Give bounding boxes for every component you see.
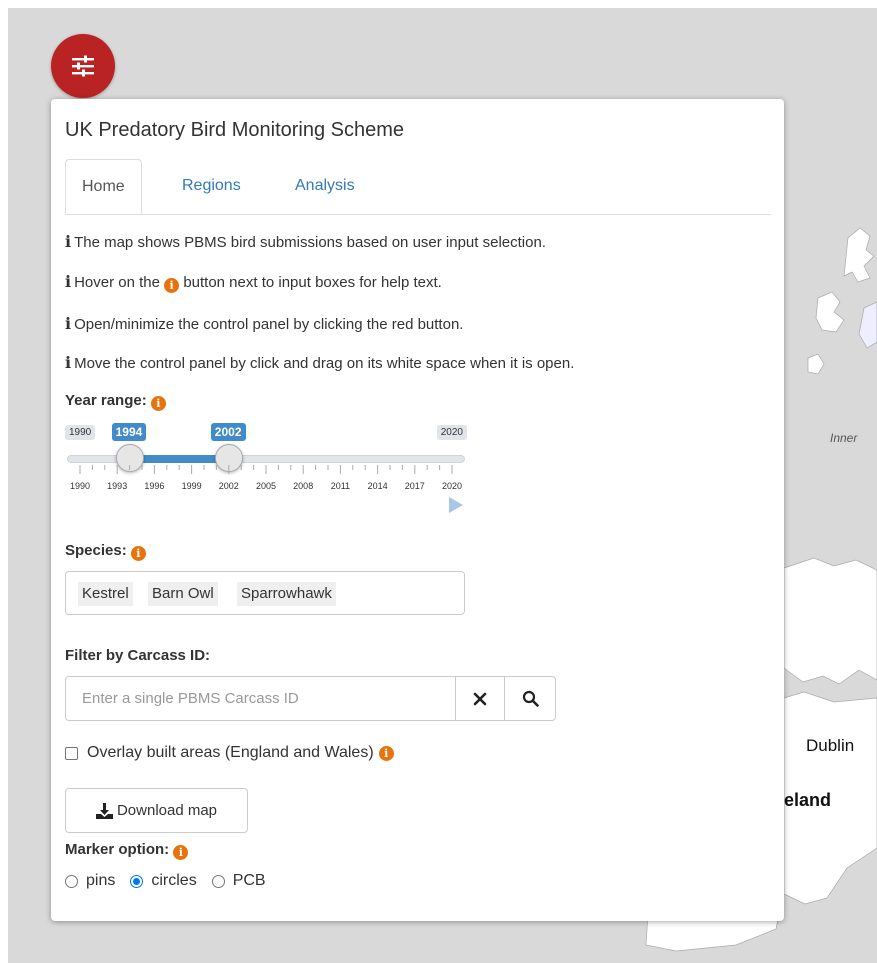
search-icon xyxy=(522,690,539,707)
slider-tick-label: 1990 xyxy=(69,481,91,491)
tab-regions[interactable]: Regions xyxy=(166,159,257,213)
info-line-2: i Hover on the i button next to input box… xyxy=(65,272,442,293)
download-map-button[interactable]: Download map xyxy=(65,788,248,833)
slider-tick-label: 2020 xyxy=(441,481,463,491)
carcass-label: Filter by Carcass ID: xyxy=(65,647,211,664)
map-label-inner: Inner xyxy=(830,431,858,445)
slider-max-label: 2020 xyxy=(436,425,467,440)
slider-selected-range xyxy=(129,455,229,463)
species-label: Species: i xyxy=(65,542,146,561)
play-icon[interactable] xyxy=(449,497,463,513)
slider-tick-label: 1999 xyxy=(181,481,202,491)
species-help-icon[interactable]: i xyxy=(130,546,146,561)
clear-button[interactable] xyxy=(455,676,505,721)
search-button[interactable] xyxy=(504,676,556,721)
download-icon xyxy=(95,802,113,819)
year-range-label-text: Year range: xyxy=(65,392,147,409)
toggle-panel-button[interactable] xyxy=(51,34,115,98)
slider-tick-label: 2008 xyxy=(293,481,314,491)
panel-title: UK Predatory Bird Monitoring Scheme xyxy=(65,119,405,141)
map-label-ireland: eland xyxy=(784,790,832,810)
slider-min-label: 1990 xyxy=(65,425,96,440)
radio-circles-label[interactable]: circles xyxy=(151,872,196,890)
tab-home[interactable]: Home xyxy=(65,159,142,214)
download-map-label: Download map xyxy=(116,802,218,819)
slider-tick-label: 2011 xyxy=(330,481,351,491)
slider-tick-label: 2017 xyxy=(404,481,425,491)
map-label-dublin: Dublin xyxy=(806,736,855,755)
info-icon: i xyxy=(65,272,72,291)
slider-from-label: 1994 xyxy=(111,423,147,441)
year-range-slider[interactable]: 1990 2020 1994 2002 1990 1993 1996 1999 2002… xyxy=(65,421,467,516)
marker-help-icon[interactable]: i xyxy=(173,845,189,860)
slider-tick-label: 2002 xyxy=(218,481,239,491)
overlay-checkbox[interactable] xyxy=(65,746,78,760)
info-line-4: i Move the control panel by click and dra… xyxy=(65,353,574,372)
info-text-3: Open/minimize the control panel by click… xyxy=(74,316,464,333)
year-range-label: Year range: i xyxy=(65,392,166,411)
info-text-1: The map shows PBMS bird submissions base… xyxy=(74,234,546,251)
slider-tick-label: 1996 xyxy=(144,481,165,491)
info-text-2-pre: Hover on the xyxy=(74,274,160,291)
radio-pins[interactable] xyxy=(65,874,78,888)
orange-info-icon: i xyxy=(164,278,180,293)
radio-pcb[interactable] xyxy=(211,874,225,888)
info-icon: i xyxy=(65,314,72,333)
species-chip-kestrel[interactable]: Kestrel xyxy=(78,582,133,606)
info-icon: i xyxy=(65,232,72,251)
carcass-input-group xyxy=(65,676,556,721)
overlay-label[interactable]: Overlay built areas (England and Wales) xyxy=(87,744,374,762)
carcass-id-input[interactable] xyxy=(65,676,456,721)
tab-analysis[interactable]: Analysis xyxy=(279,159,371,213)
radio-pcb-label[interactable]: PCB xyxy=(233,872,266,890)
marker-radio-group: pins circles PCB xyxy=(65,872,281,890)
info-text-4: Move the control panel by click and drag… xyxy=(74,355,575,372)
species-chip-sparrowhawk[interactable]: Sparrowhawk xyxy=(237,582,336,606)
slider-tick-label: 2014 xyxy=(367,481,388,491)
marker-option-label-text: Marker option: xyxy=(65,841,170,858)
tab-bar: Home Regions Analysis xyxy=(65,159,771,215)
slider-tick-label: 2005 xyxy=(255,481,277,491)
overlay-help-icon[interactable]: i xyxy=(378,745,394,761)
marker-option-label: Marker option: i xyxy=(65,841,189,860)
overlay-checkbox-row[interactable]: Overlay built areas (England and Wales) … xyxy=(65,744,394,762)
control-panel[interactable]: UK Predatory Bird Monitoring Scheme Home… xyxy=(51,99,784,921)
species-label-text: Species: xyxy=(65,542,127,559)
marker-radio-pcb[interactable]: PCB xyxy=(211,872,266,890)
species-select[interactable]: Kestrel Barn Owl Sparrowhawk xyxy=(65,571,465,615)
slider-to-label: 2002 xyxy=(210,423,246,441)
species-chip-barn-owl[interactable]: Barn Owl xyxy=(148,582,218,606)
radio-circles[interactable] xyxy=(130,874,144,888)
info-icon: i xyxy=(65,353,72,372)
slider-tick-label: 1993 xyxy=(107,481,128,491)
marker-radio-circles[interactable]: circles xyxy=(130,872,197,890)
year-range-help-icon[interactable]: i xyxy=(150,396,166,411)
slider-ticks xyxy=(79,465,453,474)
sliders-icon xyxy=(72,55,94,77)
info-line-1: i The map shows PBMS bird submissions bas… xyxy=(65,232,546,251)
close-icon xyxy=(473,692,487,705)
info-line-3: i Open/minimize the control panel by clic… xyxy=(65,314,463,333)
marker-radio-pins[interactable]: pins xyxy=(65,872,115,890)
radio-pins-label[interactable]: pins xyxy=(86,872,115,890)
info-text-2-post: button next to input boxes for help text… xyxy=(183,274,442,291)
